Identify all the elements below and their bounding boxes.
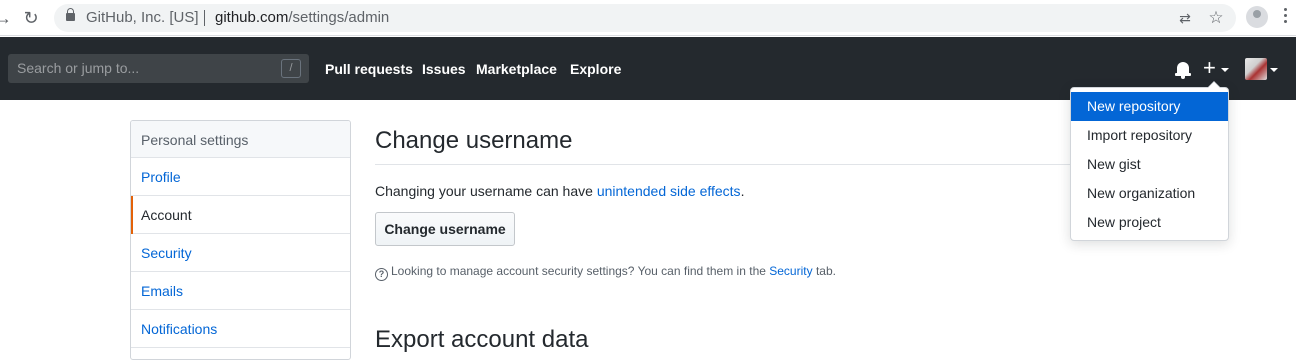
create-new-dropdown: New repository Import repository New gis… xyxy=(1070,81,1229,241)
site-owner-label: GitHub, Inc. [US] xyxy=(86,9,199,26)
description-text: Changing your username can have xyxy=(375,183,597,199)
forward-arrow-icon[interactable]: → xyxy=(0,7,14,29)
browser-profile-icon[interactable] xyxy=(1246,6,1268,28)
note-suffix: tab. xyxy=(812,264,836,278)
browser-menu-icon[interactable] xyxy=(1284,8,1288,26)
star-icon[interactable]: ☆ xyxy=(1206,8,1226,28)
address-divider xyxy=(204,10,205,26)
menu-import-repository[interactable]: Import repository xyxy=(1071,121,1228,150)
description-period: . xyxy=(740,183,745,199)
menu-new-organization[interactable]: New organization xyxy=(1071,179,1228,208)
change-username-title: Change username xyxy=(375,127,573,154)
user-menu-caret-icon[interactable] xyxy=(1270,68,1278,72)
sidebar-item-security[interactable]: Security xyxy=(131,234,350,272)
change-username-description: Changing your username can have unintend… xyxy=(375,183,744,199)
sidebar-heading: Personal settings xyxy=(131,121,350,158)
menu-new-project[interactable]: New project xyxy=(1071,208,1228,237)
user-avatar[interactable] xyxy=(1245,58,1267,80)
settings-sidebar: Personal settings Profile Account Securi… xyxy=(130,120,351,360)
translate-icon[interactable]: ⇄ xyxy=(1175,8,1195,28)
menu-new-repository[interactable]: New repository xyxy=(1071,92,1228,121)
sidebar-item-profile[interactable]: Profile xyxy=(131,158,350,196)
sidebar-item-emails[interactable]: Emails xyxy=(131,272,350,310)
sidebar-item-account[interactable]: Account xyxy=(131,196,350,234)
notifications-bell-icon[interactable] xyxy=(1175,62,1191,79)
question-icon: ? xyxy=(375,268,388,281)
nav-issues[interactable]: Issues xyxy=(422,61,466,77)
browser-toolbar: → ↻ GitHub, Inc. [US] github.com/setting… xyxy=(0,0,1296,36)
nav-marketplace[interactable]: Marketplace xyxy=(476,61,557,77)
menu-new-gist[interactable]: New gist xyxy=(1071,150,1228,179)
create-caret-icon[interactable] xyxy=(1221,68,1229,72)
side-effects-link[interactable]: unintended side effects xyxy=(597,183,741,199)
security-note: ? Looking to manage account security sett… xyxy=(375,264,836,281)
url-text[interactable]: github.com/settings/admin xyxy=(215,9,389,26)
address-bar[interactable]: GitHub, Inc. [US] github.com/settings/ad… xyxy=(54,4,1236,32)
nav-explore[interactable]: Explore xyxy=(570,61,621,77)
reload-icon[interactable]: ↻ xyxy=(20,7,42,29)
search-shortcut-key: / xyxy=(281,59,301,78)
search-input[interactable]: Search or jump to... / xyxy=(8,54,309,83)
url-path: /settings/admin xyxy=(288,9,390,26)
security-tab-link[interactable]: Security xyxy=(769,264,812,278)
create-new-plus-icon[interactable]: + xyxy=(1203,56,1216,80)
section-divider xyxy=(375,164,1095,165)
url-host: github.com xyxy=(215,9,289,26)
sidebar-item-notifications[interactable]: Notifications xyxy=(131,310,350,348)
export-account-title: Export account data xyxy=(375,326,589,353)
lock-icon[interactable] xyxy=(66,8,75,21)
change-username-button[interactable]: Change username xyxy=(375,212,515,246)
nav-pull-requests[interactable]: Pull requests xyxy=(325,61,413,77)
note-text: Looking to manage account security setti… xyxy=(391,264,770,278)
search-placeholder: Search or jump to... xyxy=(17,60,140,76)
